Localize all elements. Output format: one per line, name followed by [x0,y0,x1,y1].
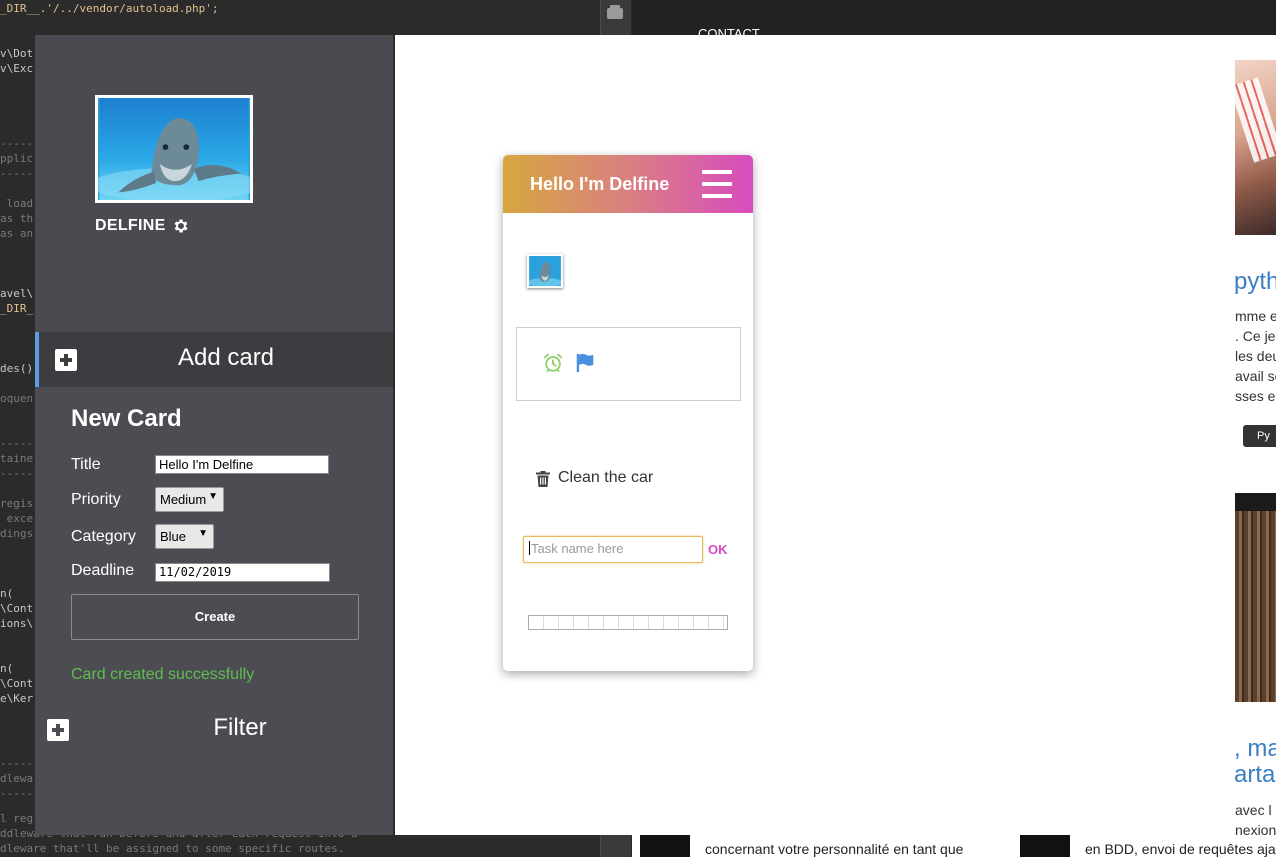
article-image-cards[interactable] [1235,60,1276,235]
trash-icon[interactable] [536,471,550,487]
plugin-icon [607,5,623,19]
code-line: n( [0,662,14,675]
code-line: des() [0,362,34,375]
article-excerpt-2: avec l nexion [1235,802,1276,838]
code-line: dings [0,527,34,540]
card-title: Hello I'm Delfine [530,174,670,194]
card-header: Hello I'm Delfine [503,155,753,213]
dolphin-thumbnail-image [529,256,561,286]
code-line: \Cont [0,602,34,615]
site-bottom-row: concernant votre personnalité en tant qu… [632,835,1276,857]
avatar[interactable] [95,95,253,203]
dropdown-caret-icon: ▼ [198,528,208,539]
priority-select[interactable]: Medium ▼ [155,487,224,512]
task-card: Hello I'm Delfine Clean the car Task nam… [503,155,753,671]
add-card-title: Add card [177,344,275,371]
title-field[interactable]: Hello I'm Delfine [155,455,329,474]
code-line: as th [0,212,34,225]
article-heading[interactable]: pyth [1234,268,1276,296]
article-image-library[interactable] [1235,493,1276,702]
code-line: dlewa [0,772,34,785]
code-line: oquen [0,392,34,405]
success-message: Card created successfully [71,666,255,683]
task-progress-bar [528,615,728,630]
alarm-clock-icon[interactable] [542,352,564,374]
code-line: taine [0,452,34,465]
article-excerpt: mme et . Ce je les deu avail se sses en [1235,308,1276,404]
code-line: v\Exc [0,62,34,75]
task-name-input[interactable]: Task name here [523,536,703,563]
code-line: load [0,197,34,210]
gear-icon[interactable] [172,217,190,235]
flag-icon[interactable] [574,352,596,374]
code-line: dleware that'll be assigned to some spec… [0,842,345,855]
code-line: l reg [0,812,34,825]
thumbnail [1020,835,1070,857]
code-line: as an [0,227,34,240]
profile-name: DELFINE [95,217,166,234]
form-title: New Card [71,405,182,432]
code-line: ----- [0,167,34,180]
add-card-toggle[interactable]: Add card [35,332,393,387]
code-line: pplic [0,152,34,165]
article-heading-2[interactable]: , ma arta [1234,736,1276,788]
code-line: _DIR__.'/../vendor/autoload.php'; [0,2,219,15]
new-card-form: New Card Title Hello I'm Delfine Priorit… [35,387,393,705]
board: Hello I'm Delfine Clean the car Task nam… [395,35,1235,835]
hamburger-menu-icon[interactable] [702,170,732,198]
title-label: Title [71,456,101,473]
category-label: Category [71,528,136,545]
code-line: ----- [0,137,34,150]
filter-toggle[interactable]: Filter [35,707,393,762]
thumbnail [640,835,690,857]
category-select[interactable]: Blue ▼ [155,524,214,549]
code-line: \Cont [0,677,34,690]
bottom-text: concernant votre personnalité en tant qu… [705,841,964,857]
create-button[interactable]: Create [71,594,359,640]
priority-label: Priority [71,491,121,508]
task-label: Clean the car [558,469,654,486]
card-avatar [527,254,563,288]
deadline-label: Deadline [71,562,135,579]
code-line: ----- [0,437,34,450]
site-navbar: CONTACT [632,0,1276,41]
code-line: ----- [0,757,34,770]
deadline-date-field[interactable]: 11/02/2019 [155,563,330,582]
code-line: n( [0,587,14,600]
bottom-text: en BDD, envoi de requêtes aja [1085,841,1276,857]
dolphin-avatar-image [98,98,250,200]
filter-title: Filter [213,714,267,741]
code-line: _DIR_ [0,302,34,315]
code-line: regis [0,497,34,510]
article-tag[interactable]: Py [1243,425,1276,447]
code-line: avel\ [0,287,34,300]
ok-button[interactable]: OK [708,542,728,557]
code-line: ----- [0,467,34,480]
code-line: ----- [0,787,34,800]
code-line: v\Dot [0,47,34,60]
card-meta-box [516,327,741,401]
code-line: exce [0,512,34,525]
code-line: ions\ [0,617,34,630]
code-line: e\Ker [0,692,34,705]
sidebar: DELFINE Add card New Card Title Hello I'… [35,35,393,835]
profile-panel: DELFINE [35,35,393,332]
dropdown-caret-icon: ▼ [208,491,218,502]
